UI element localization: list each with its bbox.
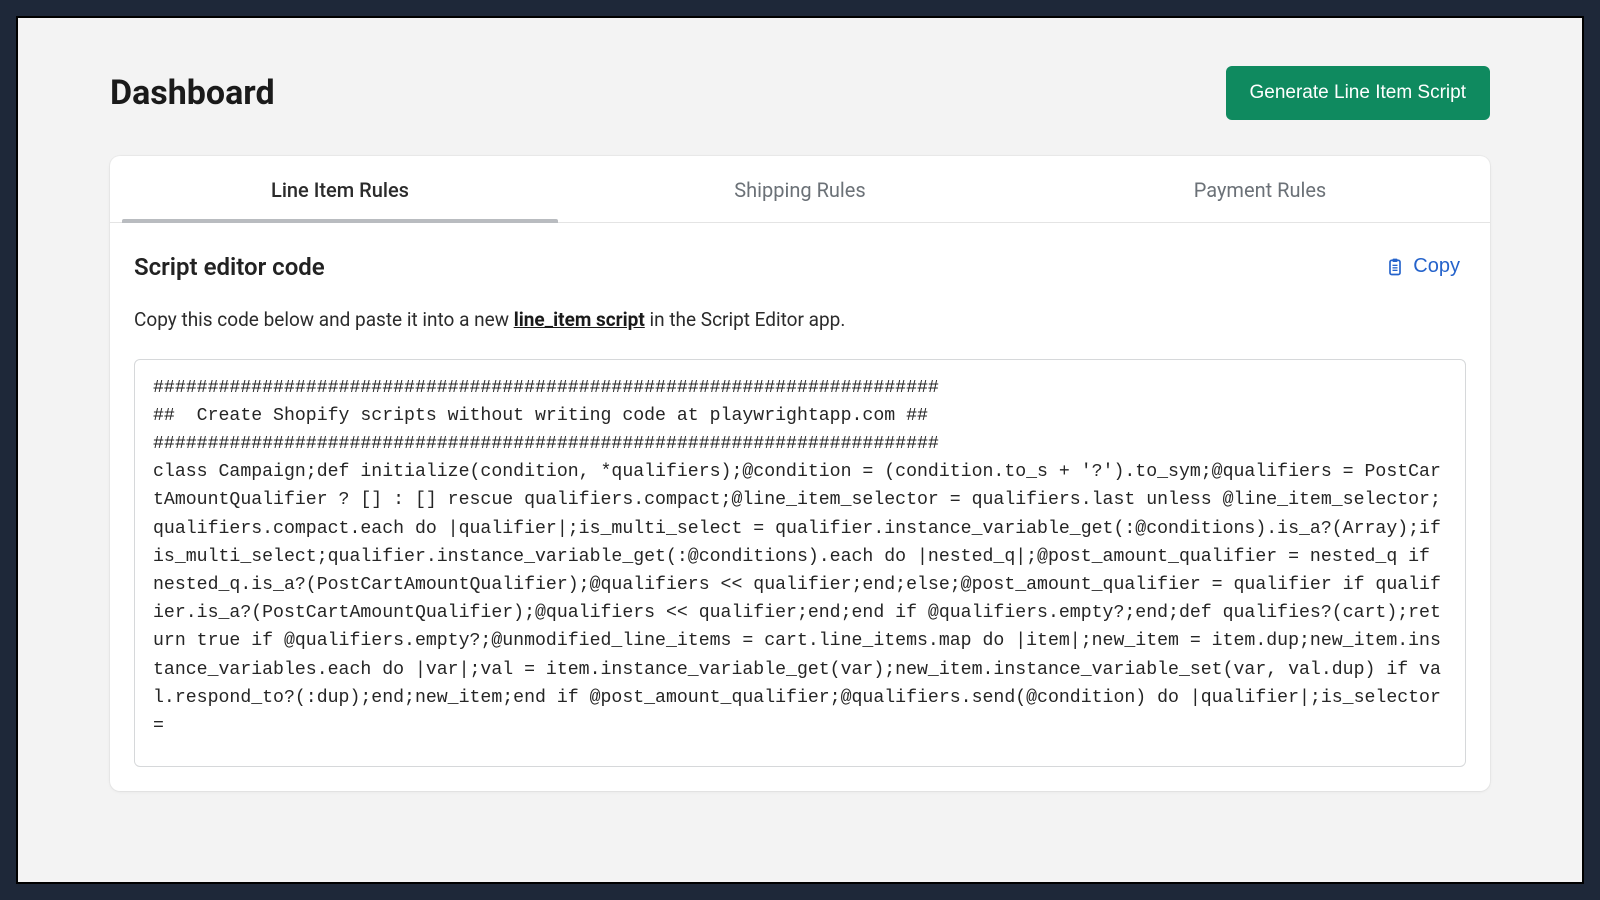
line-item-script-link[interactable]: line_item script [514, 308, 645, 331]
copy-button[interactable]: Copy [1379, 251, 1466, 282]
instruction-post: in the Script Editor app. [645, 308, 846, 331]
section-head: Script editor code [134, 251, 1466, 282]
copy-label: Copy [1413, 255, 1460, 278]
page-title: Dashboard [110, 73, 275, 113]
instruction-text: Copy this code below and paste it into a… [134, 306, 1466, 335]
clipboard-icon [1385, 256, 1405, 278]
tab-shipping-rules[interactable]: Shipping Rules [570, 156, 1030, 222]
tabs-row: Line Item Rules Shipping Rules Payment R… [110, 156, 1490, 223]
rules-card: Line Item Rules Shipping Rules Payment R… [110, 156, 1490, 791]
instruction-pre: Copy this code below and paste it into a… [134, 308, 514, 331]
app-canvas: Dashboard Generate Line Item Script Line… [16, 16, 1584, 884]
section-title: Script editor code [134, 253, 325, 281]
app-frame: Dashboard Generate Line Item Script Line… [0, 0, 1600, 900]
tab-label: Shipping Rules [734, 178, 865, 202]
header-row: Dashboard Generate Line Item Script [110, 66, 1490, 120]
content-wrap: Dashboard Generate Line Item Script Line… [18, 18, 1582, 791]
tab-payment-rules[interactable]: Payment Rules [1030, 156, 1490, 222]
tab-line-item-rules[interactable]: Line Item Rules [110, 156, 570, 222]
generate-script-button[interactable]: Generate Line Item Script [1226, 66, 1491, 120]
tab-label: Payment Rules [1194, 178, 1327, 202]
tab-label: Line Item Rules [271, 178, 409, 202]
card-body: Script editor code [110, 223, 1490, 791]
code-output[interactable]: ########################################… [134, 359, 1466, 767]
